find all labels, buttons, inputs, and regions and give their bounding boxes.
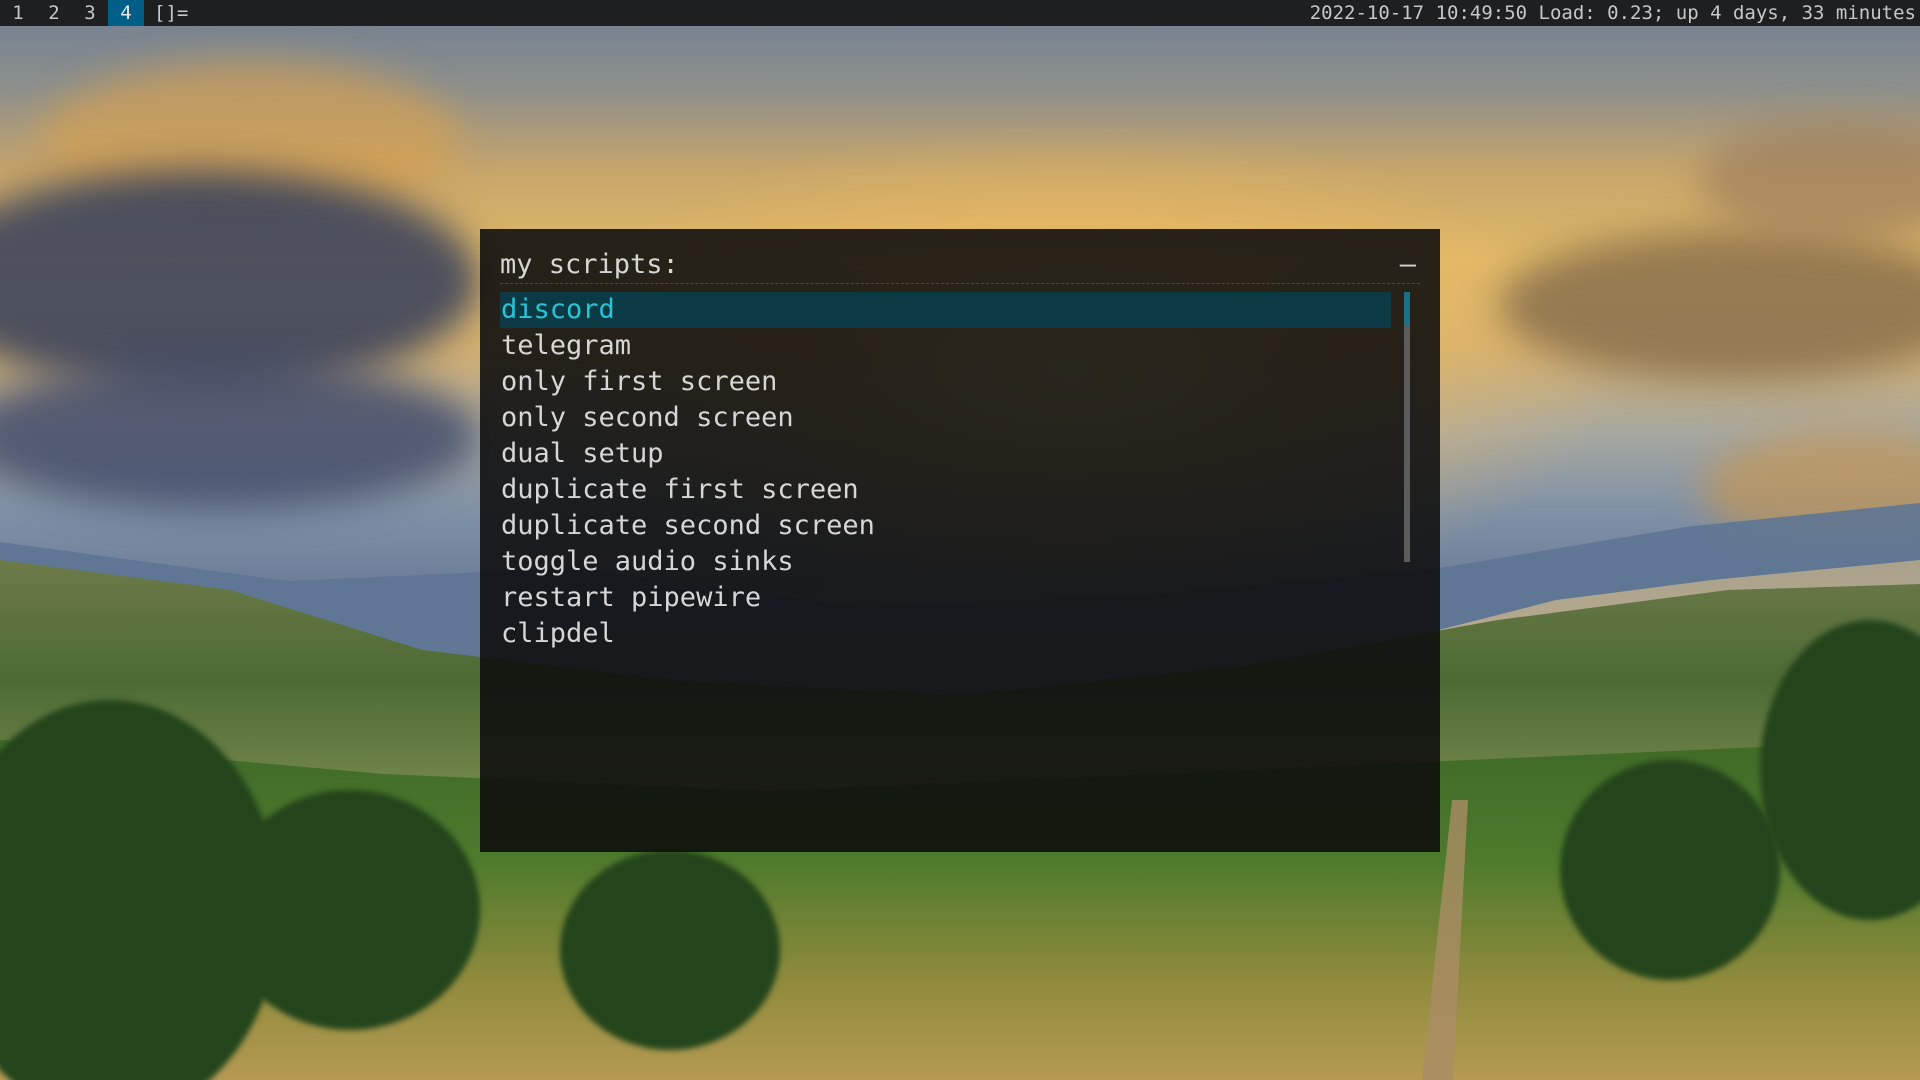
menu-item-duplicate-first-screen[interactable]: duplicate first screen: [500, 472, 1391, 508]
menu-item-discord[interactable]: discord: [500, 292, 1391, 328]
workspace-tag-4[interactable]: 4: [108, 0, 144, 26]
menu-item-duplicate-second-screen[interactable]: duplicate second screen: [500, 508, 1391, 544]
menu-item-only-first-screen[interactable]: only first screen: [500, 364, 1391, 400]
menu-item-toggle-audio-sinks[interactable]: toggle audio sinks: [500, 544, 1391, 580]
launcher-menu: my scripts: – discord telegram only firs…: [480, 229, 1440, 852]
wallpaper-tree: [220, 790, 480, 1030]
workspace-tag-1[interactable]: 1: [0, 0, 36, 26]
menu-item-dual-setup[interactable]: dual setup: [500, 436, 1391, 472]
status-bar: 1 2 3 4 []= 2022-10-17 10:49:50 Load: 0.…: [0, 0, 1920, 26]
wallpaper-cloud: [0, 360, 480, 510]
menu-mode-indicator: –: [1399, 249, 1416, 280]
menu-header: my scripts: –: [500, 247, 1420, 284]
workspace-tags: 1 2 3 4: [0, 0, 144, 26]
menu-item-restart-pipewire[interactable]: restart pipewire: [500, 580, 1391, 616]
menu-prompt: my scripts:: [500, 249, 679, 280]
wallpaper-cloud: [1700, 120, 1920, 240]
workspace-tag-2[interactable]: 2: [36, 0, 72, 26]
menu-scrollbar[interactable]: [1404, 292, 1410, 562]
menu-item-clipdel[interactable]: clipdel: [500, 616, 1391, 652]
wallpaper-tree: [560, 850, 780, 1050]
wallpaper-tree: [1560, 760, 1780, 980]
status-text: 2022-10-17 10:49:50 Load: 0.23; up 4 day…: [1309, 2, 1916, 24]
menu-item-only-second-screen[interactable]: only second screen: [500, 400, 1391, 436]
menu-item-telegram[interactable]: telegram: [500, 328, 1391, 364]
wallpaper-cloud: [0, 170, 480, 390]
menu-scrollbar-thumb[interactable]: [1404, 292, 1410, 326]
workspace-tag-3[interactable]: 3: [72, 0, 108, 26]
menu-list: discord telegram only first screen only …: [500, 292, 1414, 652]
layout-symbol[interactable]: []=: [154, 0, 188, 26]
